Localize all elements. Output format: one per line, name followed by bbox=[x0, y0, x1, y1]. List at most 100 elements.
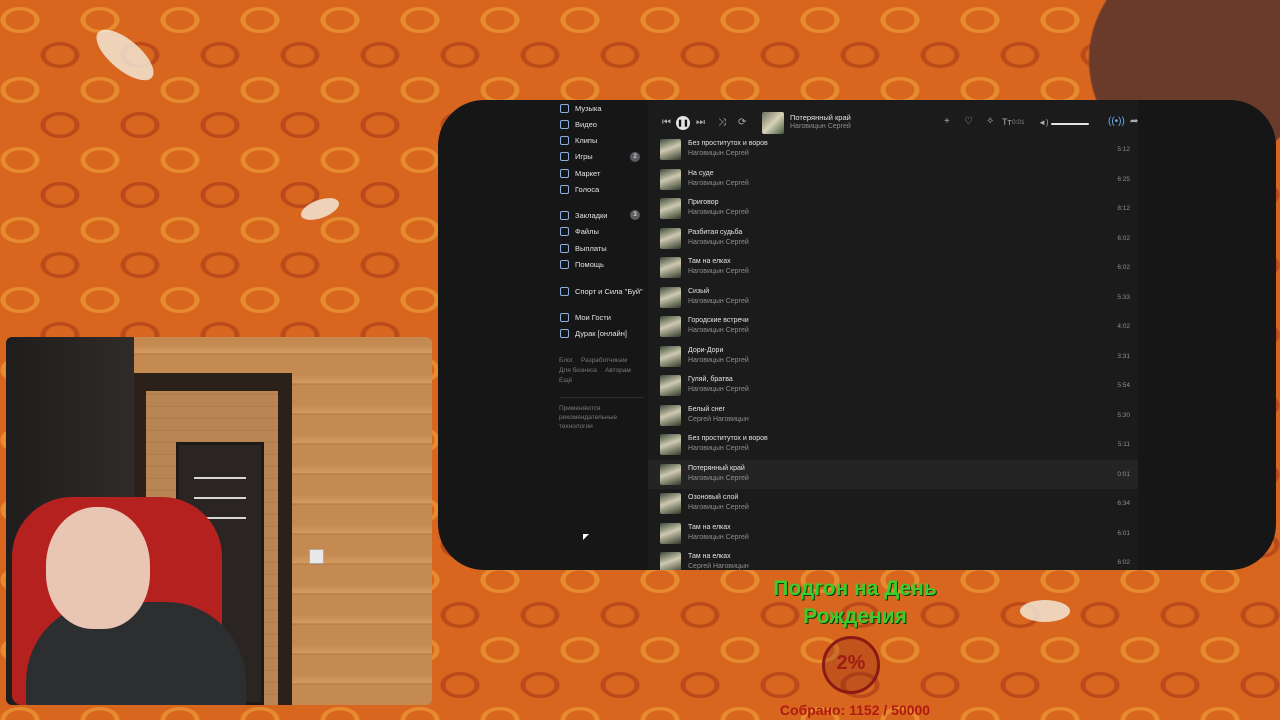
footer-link-developers[interactable]: Разработчикам bbox=[581, 357, 627, 364]
repeat-icon[interactable]: ⟳ bbox=[738, 118, 746, 128]
track-row[interactable]: Без проститутох и воров Наговицын Сергей 5… bbox=[648, 135, 1138, 165]
track-row[interactable]: Гуляй, братва Наговицын Сергей 5:54 bbox=[648, 371, 1138, 401]
next-track-icon[interactable]: ⏭ bbox=[696, 118, 705, 128]
sidebar-item-music[interactable]: Музыка bbox=[560, 102, 602, 114]
track-row[interactable]: Там на елках Наговицын Сергей 6:01 bbox=[648, 519, 1138, 549]
dislike-icon[interactable]: ♡ bbox=[964, 117, 973, 127]
track-row[interactable]: Потерянный край Наговицын Сергей 0:01 bbox=[648, 459, 1138, 489]
sidebar-item-games[interactable]: Игры bbox=[560, 150, 593, 162]
track-duration: 3:31 bbox=[1117, 352, 1130, 360]
pause-button[interactable]: ❚❚ bbox=[676, 116, 690, 130]
track-cover[interactable] bbox=[660, 345, 681, 367]
track-title[interactable]: Там на елках bbox=[688, 258, 731, 265]
now-playing-title[interactable]: Потерянный край bbox=[790, 113, 851, 122]
track-artist[interactable]: Наговицын Сергей bbox=[688, 386, 749, 393]
track-artist[interactable]: Сергей Наговицын bbox=[688, 563, 749, 570]
track-artist[interactable]: Наговицын Сергей bbox=[688, 534, 749, 541]
footer-link-more[interactable]: Ещё bbox=[559, 377, 572, 384]
track-cover[interactable] bbox=[660, 463, 681, 485]
track-title[interactable]: На суде bbox=[688, 170, 714, 177]
sidebar-item-guests[interactable]: Мои Гости bbox=[560, 311, 611, 323]
now-playing-artist[interactable]: Наговицын Сергей bbox=[790, 123, 851, 130]
sidebar-item-files[interactable]: Файлы bbox=[560, 225, 599, 237]
track-cover[interactable] bbox=[660, 375, 681, 396]
track-title[interactable]: Там на елках bbox=[688, 553, 731, 560]
track-cover[interactable] bbox=[660, 434, 681, 455]
track-cover[interactable] bbox=[660, 493, 681, 514]
track-cover[interactable] bbox=[660, 286, 681, 308]
track-cover[interactable] bbox=[660, 198, 681, 219]
track-artist[interactable]: Наговицын Сергей bbox=[688, 239, 749, 246]
track-title[interactable]: Городские встречи bbox=[688, 317, 749, 324]
footer-link-blog[interactable]: Блог bbox=[559, 357, 573, 364]
sidebar-item-market[interactable]: Маркет bbox=[560, 167, 600, 179]
volume-icon[interactable]: ◄) bbox=[1038, 118, 1049, 128]
share-icon[interactable]: ➦ bbox=[1130, 117, 1138, 127]
track-cover[interactable] bbox=[660, 227, 681, 249]
track-title[interactable]: Сизый bbox=[688, 288, 709, 295]
track-title[interactable]: Потерянный край bbox=[688, 465, 745, 472]
track-row[interactable]: Там на елках Сергей Наговицын 6:02 bbox=[648, 548, 1138, 570]
track-row[interactable]: Без проститутох и воров Наговицын Сергей 5… bbox=[648, 430, 1138, 460]
add-icon[interactable]: + bbox=[944, 117, 950, 127]
track-row[interactable]: Сизый Наговицын Сергей 5:33 bbox=[648, 283, 1138, 313]
track-artist[interactable]: Сергей Наговицын bbox=[688, 416, 749, 423]
recommendations-icon[interactable]: ✧ bbox=[986, 117, 994, 127]
track-row[interactable]: Разбитая судьба Наговицын Сергей 6:02 bbox=[648, 224, 1138, 254]
track-cover[interactable] bbox=[660, 522, 681, 544]
footer-link-authors[interactable]: Авторам bbox=[605, 367, 631, 374]
track-title[interactable]: Озоновый слой bbox=[688, 494, 738, 501]
audio-player-bar: ⏮ ❚❚ ⏭ ⤨ ⟳ Потерянный край Наговицын Сер… bbox=[648, 105, 1138, 135]
track-row[interactable]: Озоновый слой Наговицын Сергей 6:34 bbox=[648, 489, 1138, 519]
track-row[interactable]: Там на елках Наговицын Сергей 6:02 bbox=[648, 253, 1138, 283]
track-cover[interactable] bbox=[660, 404, 681, 426]
broadcast-icon[interactable]: ((•)) bbox=[1108, 117, 1125, 127]
track-cover[interactable] bbox=[660, 168, 681, 190]
track-artist[interactable]: Наговицын Сергей bbox=[688, 504, 749, 511]
track-cover[interactable] bbox=[660, 552, 681, 570]
track-artist[interactable]: Наговицын Сергей bbox=[688, 180, 749, 187]
sidebar-item-votes[interactable]: Голоса bbox=[560, 183, 599, 195]
track-duration: 4:02 bbox=[1117, 323, 1130, 330]
sidebar-item-group[interactable]: Спорт и Сила "Буй" bbox=[560, 285, 643, 297]
track-title[interactable]: Приговор bbox=[688, 199, 719, 206]
volume-slider[interactable] bbox=[1051, 123, 1089, 125]
sidebar-item-video[interactable]: Видео bbox=[560, 118, 597, 130]
track-duration: 6:02 bbox=[1117, 264, 1130, 271]
track-cover[interactable] bbox=[660, 316, 681, 337]
track-row[interactable]: Городские встречи Наговицын Сергей 4:02 bbox=[648, 312, 1138, 342]
track-artist[interactable]: Наговицын Сергей bbox=[688, 327, 749, 334]
track-title[interactable]: Белый снег bbox=[688, 406, 725, 413]
track-artist[interactable]: Наговицын Сергей bbox=[688, 475, 749, 482]
footer-link-business[interactable]: Для бизнеса bbox=[559, 367, 597, 374]
track-artist[interactable]: Наговицын Сергей bbox=[688, 268, 749, 275]
track-row[interactable]: Белый снег Сергей Наговицын 5:30 bbox=[648, 401, 1138, 431]
track-duration: 6:34 bbox=[1117, 500, 1130, 507]
track-duration: 5:54 bbox=[1117, 382, 1130, 389]
track-cover[interactable] bbox=[660, 257, 681, 278]
track-artist[interactable]: Наговицын Сергей bbox=[688, 357, 749, 364]
lyrics-icon[interactable]: Tт bbox=[1002, 117, 1012, 127]
track-artist[interactable]: Наговицын Сергей bbox=[688, 298, 749, 305]
track-cover[interactable] bbox=[660, 139, 681, 160]
sidebar-item-bookmarks[interactable]: Закладки bbox=[560, 209, 607, 221]
track-row[interactable]: Приговор Наговицын Сергей 8:12 bbox=[648, 194, 1138, 224]
shuffle-icon[interactable]: ⤨ bbox=[718, 118, 726, 128]
track-title[interactable]: Без проститутох и воров bbox=[688, 435, 768, 442]
previous-track-icon[interactable]: ⏮ bbox=[662, 118, 671, 128]
sidebar-item-clips[interactable]: Клипы bbox=[560, 134, 597, 146]
track-artist[interactable]: Наговицын Сергей bbox=[688, 445, 749, 452]
track-row[interactable]: На суде Наговицын Сергей 6:25 bbox=[648, 165, 1138, 195]
track-title[interactable]: Без проститутох и воров bbox=[688, 140, 768, 147]
sidebar-item-help[interactable]: Помощь bbox=[560, 258, 604, 270]
sidebar-item-payouts[interactable]: Выплаты bbox=[560, 242, 607, 254]
track-artist[interactable]: Наговицын Сергей bbox=[688, 209, 749, 216]
track-row[interactable]: Дори-Дори Наговицын Сергей 3:31 bbox=[648, 342, 1138, 372]
sidebar-item-durak[interactable]: Дурак [онлайн] bbox=[560, 327, 627, 339]
track-artist[interactable]: Наговицын Сергей bbox=[688, 150, 749, 157]
track-title[interactable]: Разбитая судьба bbox=[688, 229, 742, 236]
donation-goal-title: Подгон на День Рождения bbox=[773, 577, 937, 628]
track-title[interactable]: Дори-Дори bbox=[688, 347, 723, 354]
track-title[interactable]: Там на елках bbox=[688, 524, 731, 531]
track-title[interactable]: Гуляй, братва bbox=[688, 376, 733, 383]
